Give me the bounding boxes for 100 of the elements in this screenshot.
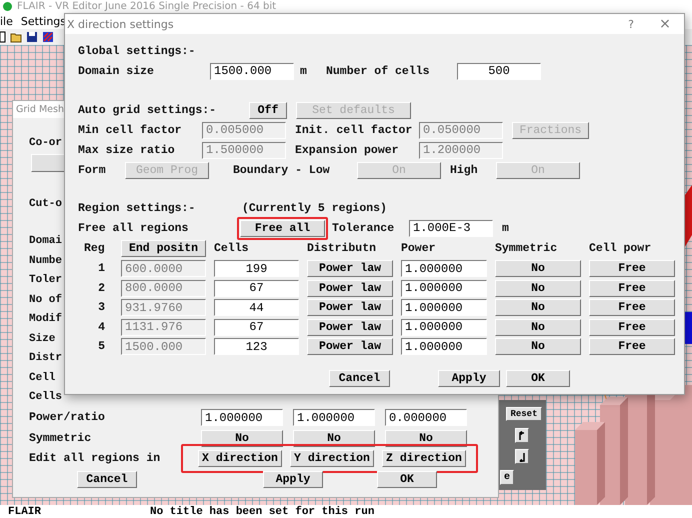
field-label: Domai bbox=[29, 234, 62, 249]
menu-item[interactable]: Settings bbox=[20, 14, 66, 28]
direction-button[interactable]: Z direction bbox=[382, 450, 466, 468]
section-heading: Region settings:- bbox=[78, 202, 196, 214]
distribution-button[interactable]: Power law bbox=[307, 338, 393, 355]
arrow-return-icon[interactable] bbox=[515, 449, 529, 464]
cell-power-button[interactable]: Free bbox=[589, 338, 675, 355]
field-label: Max size ratio bbox=[78, 144, 176, 156]
field-label: Min cell factor bbox=[78, 124, 183, 136]
cell-power-button[interactable]: Free bbox=[589, 299, 675, 316]
cells-field[interactable]: 123 bbox=[214, 338, 299, 355]
ok-button[interactable]: OK bbox=[506, 370, 570, 387]
section-heading: Global settings:- bbox=[78, 44, 196, 58]
cell-power-button[interactable]: Free bbox=[589, 280, 675, 296]
field-label: Free all regions bbox=[78, 222, 190, 234]
region-number: 1 bbox=[97, 262, 106, 275]
cells-field[interactable]: 67 bbox=[214, 318, 299, 336]
field-label: Power/ratio bbox=[29, 411, 106, 424]
field-label: Numbe bbox=[29, 254, 62, 268]
symmetric-button[interactable]: No bbox=[495, 299, 581, 316]
field-label: Size bbox=[29, 332, 56, 346]
tolerance-field[interactable]: 1.000E-3 bbox=[409, 220, 493, 236]
field-label: Toler bbox=[29, 273, 62, 288]
region-count-note: (Currently 5 regions) bbox=[242, 202, 387, 214]
clipped-button[interactable]: e bbox=[500, 470, 514, 485]
distribution-button[interactable]: Power law bbox=[307, 299, 393, 316]
program-name: FLAIR bbox=[8, 506, 42, 518]
free-all-button[interactable]: Free all bbox=[240, 220, 325, 236]
apply-button[interactable]: Apply bbox=[263, 471, 323, 488]
column-header: Distributn bbox=[307, 242, 378, 254]
column-header: Cells bbox=[214, 242, 250, 254]
domain-size-field[interactable]: 1500.000 bbox=[210, 62, 294, 80]
field-label: No of bbox=[29, 292, 62, 308]
close-button[interactable]: × bbox=[658, 16, 672, 32]
menu-item[interactable]: ile bbox=[0, 14, 13, 28]
cancel-button[interactable]: Cancel bbox=[77, 471, 137, 488]
unit-label: m bbox=[502, 222, 509, 234]
reset-button[interactable]: Reset bbox=[506, 407, 542, 421]
power-field[interactable]: 1.000000 bbox=[401, 299, 487, 316]
dialog-title: Grid Mesh bbox=[16, 104, 64, 115]
run-title: No title has been set for this run bbox=[150, 506, 374, 518]
power-ratio-field[interactable]: 0.000000 bbox=[385, 409, 467, 426]
direction-button[interactable]: Y direction bbox=[290, 450, 374, 468]
number-of-cells-field[interactable]: 500 bbox=[457, 62, 541, 80]
symmetric-button[interactable]: No bbox=[495, 260, 581, 277]
column-header: Symmetric bbox=[495, 242, 558, 254]
power-field[interactable]: 1.000000 bbox=[401, 338, 487, 355]
field-label: Cells bbox=[29, 390, 62, 405]
region-number: 4 bbox=[97, 320, 106, 334]
field-label: Boundary - Low bbox=[233, 164, 331, 176]
field-label: Distr bbox=[29, 351, 62, 366]
save-icon[interactable] bbox=[26, 31, 38, 43]
power-ratio-field[interactable]: 1.000000 bbox=[201, 409, 283, 426]
cells-field[interactable]: 44 bbox=[214, 299, 299, 316]
power-ratio-field[interactable]: 1.000000 bbox=[293, 409, 375, 426]
help-button[interactable]: ? bbox=[624, 18, 638, 30]
apply-button[interactable]: Apply bbox=[438, 370, 500, 387]
symmetric-button[interactable]: No bbox=[495, 318, 581, 336]
column-header-button[interactable]: End positn bbox=[121, 240, 206, 256]
cell-power-button[interactable]: Free bbox=[589, 260, 675, 277]
field-label: Domain size bbox=[78, 64, 155, 78]
column-header: Cell powr bbox=[589, 242, 652, 254]
cancel-button[interactable]: Cancel bbox=[329, 370, 390, 387]
window-title: FLAIR - VR Editor June 2016 Single Precision - 64 bit bbox=[17, 1, 276, 12]
toggle-button[interactable]: Off bbox=[249, 102, 287, 118]
power-field[interactable]: 1.000000 bbox=[401, 280, 487, 296]
section-heading: Auto grid settings:- bbox=[78, 104, 218, 116]
field-label: Tolerance bbox=[332, 222, 396, 234]
field-label: Expansion power bbox=[295, 144, 400, 156]
field-label: Modif bbox=[29, 312, 62, 327]
arrow-up-icon[interactable] bbox=[515, 428, 529, 443]
cell-power-button[interactable]: Free bbox=[589, 318, 675, 336]
power-field[interactable]: 1.000000 bbox=[401, 260, 487, 277]
field-label: Symmetric bbox=[29, 432, 92, 445]
field-label: High bbox=[450, 164, 479, 176]
unit-label: m bbox=[300, 64, 308, 78]
column-header: Reg bbox=[83, 242, 106, 254]
field-label: Cut-o bbox=[29, 196, 62, 212]
dialog-title: X direction settings bbox=[67, 18, 175, 30]
symmetric-button[interactable]: No bbox=[495, 338, 581, 355]
cells-field[interactable]: 199 bbox=[214, 260, 299, 277]
field-label: Number of cells bbox=[326, 64, 431, 78]
cells-field[interactable]: 67 bbox=[214, 280, 299, 296]
power-field[interactable]: 1.000000 bbox=[401, 318, 487, 336]
symmetric-button[interactable]: No bbox=[495, 280, 581, 296]
field-label: Cell bbox=[29, 370, 56, 386]
distribution-button[interactable]: Power law bbox=[307, 280, 393, 296]
folder-icon[interactable] bbox=[10, 31, 22, 43]
field-label: Co-or bbox=[29, 136, 62, 151]
document-icon[interactable] bbox=[0, 31, 6, 43]
field-label: Init. cell factor bbox=[295, 124, 414, 136]
distribution-button[interactable]: Power law bbox=[307, 260, 393, 277]
distribution-button[interactable]: Power law bbox=[307, 318, 393, 336]
ok-button[interactable]: OK bbox=[377, 471, 437, 488]
grid-icon[interactable] bbox=[42, 31, 54, 43]
region-number: 3 bbox=[97, 301, 106, 314]
region-number: 5 bbox=[97, 340, 106, 353]
field-label: Edit all regions in bbox=[29, 452, 162, 466]
direction-button[interactable]: X direction bbox=[198, 450, 282, 468]
app-icon bbox=[3, 2, 12, 11]
